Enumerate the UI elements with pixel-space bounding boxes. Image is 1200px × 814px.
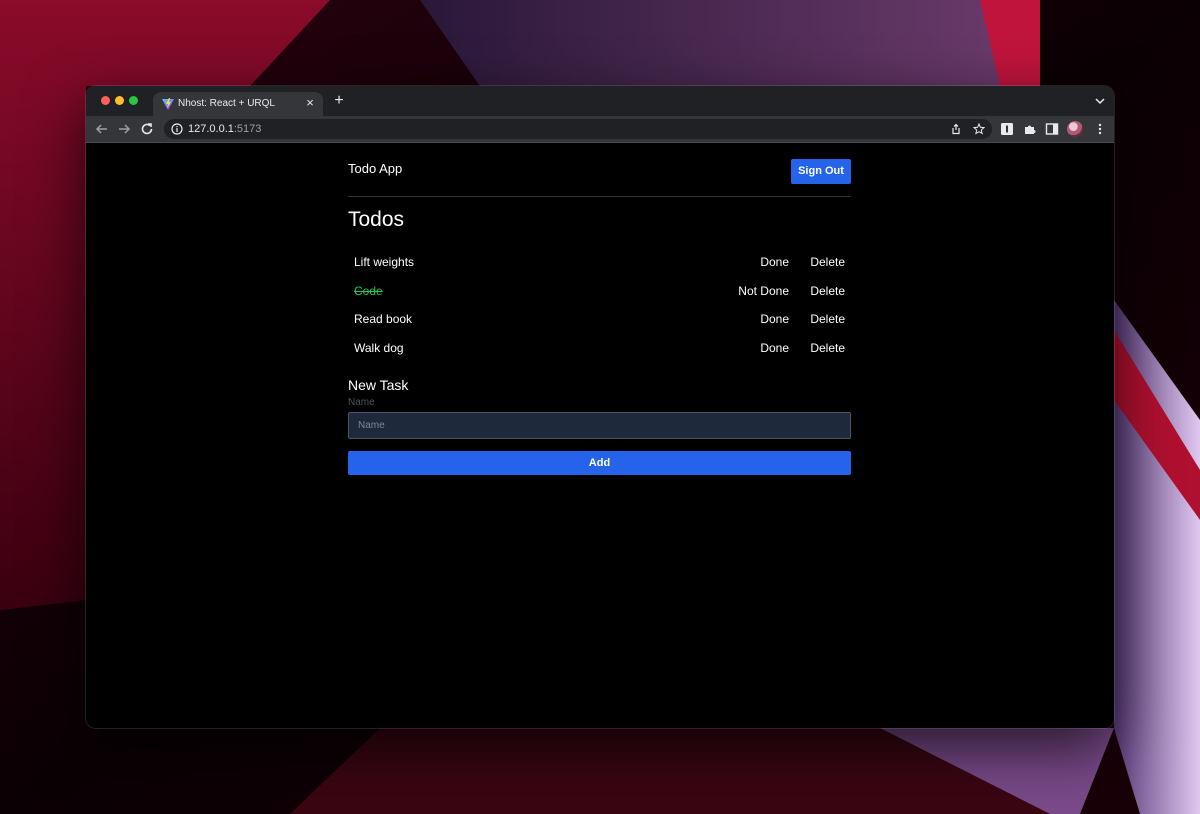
window-close-button[interactable] <box>101 96 110 105</box>
new-tab-button[interactable]: + <box>331 93 347 109</box>
todo-label: Lift weights <box>354 255 415 269</box>
tab-title: Nhost: React + URQL <box>178 98 275 109</box>
delete-button[interactable]: Delete <box>810 341 845 355</box>
mark-not-done-button[interactable]: Not Done <box>738 284 789 298</box>
todo-label: Read book <box>354 312 413 327</box>
tab-close-icon[interactable]: × <box>303 96 317 110</box>
task-name-input[interactable] <box>348 412 851 439</box>
page-viewport: Todo App Sign Out Todos Lift weights Don… <box>86 143 1114 728</box>
puzzle-extensions-icon[interactable] <box>1023 122 1037 136</box>
window-maximize-button[interactable] <box>129 96 138 105</box>
mark-done-button[interactable]: Done <box>760 255 789 269</box>
side-panel-icon[interactable] <box>1045 122 1059 136</box>
address-bar[interactable]: 127.0.0.1:5173 <box>164 119 992 139</box>
more-menu-icon[interactable] <box>1094 122 1106 136</box>
app-header: Todo App Sign Out <box>348 143 851 197</box>
todo-label-completed: Code <box>354 283 383 298</box>
new-task-heading: New Task <box>348 377 409 393</box>
browser-tab-active[interactable]: Nhost: React + URQL × <box>153 92 323 116</box>
browser-window: Nhost: React + URQL × + 127.0.0.1:5173 T… <box>86 86 1114 728</box>
delete-button[interactable]: Delete <box>810 284 845 298</box>
app-brand: Todo App <box>348 161 403 176</box>
todo-item: Walk dog Done Delete <box>348 333 851 362</box>
page-title: Todos <box>348 208 405 231</box>
site-info-icon[interactable] <box>171 123 183 135</box>
tab-bar: Nhost: React + URQL × + <box>86 86 1114 116</box>
forward-arrow-icon[interactable] <box>116 121 132 137</box>
bookmark-star-icon[interactable] <box>973 123 985 135</box>
extension-icon[interactable] <box>1000 122 1014 136</box>
mark-done-button[interactable]: Done <box>760 312 789 326</box>
todo-item: Lift weights Done Delete <box>348 247 851 276</box>
url-port: :5173 <box>233 123 262 135</box>
delete-button[interactable]: Delete <box>810 255 845 269</box>
todo-app: Todo App Sign Out Todos Lift weights Don… <box>348 143 851 475</box>
todo-item: Code Not Done Delete <box>348 276 851 305</box>
todo-item: Read book Done Delete <box>348 304 851 333</box>
todo-label: Walk dog <box>354 341 404 356</box>
reload-icon[interactable] <box>139 121 155 137</box>
chevron-down-icon[interactable] <box>1094 95 1106 107</box>
add-task-button[interactable]: Add <box>348 451 851 475</box>
window-minimize-button[interactable] <box>115 96 124 105</box>
sign-out-button[interactable]: Sign Out <box>791 159 851 184</box>
back-arrow-icon[interactable] <box>94 121 110 137</box>
name-field-label: Name <box>348 397 375 408</box>
todo-list: Lift weights Done Delete Code Not Done D… <box>348 247 851 362</box>
delete-button[interactable]: Delete <box>810 312 845 326</box>
browser-toolbar: 127.0.0.1:5173 <box>86 116 1114 143</box>
url-text: 127.0.0.1:5173 <box>188 123 261 135</box>
mark-done-button[interactable]: Done <box>760 341 789 355</box>
vite-favicon-icon <box>162 98 174 110</box>
profile-avatar[interactable] <box>1067 121 1083 137</box>
share-icon[interactable] <box>950 123 962 135</box>
url-host: 127.0.0.1 <box>188 123 234 135</box>
